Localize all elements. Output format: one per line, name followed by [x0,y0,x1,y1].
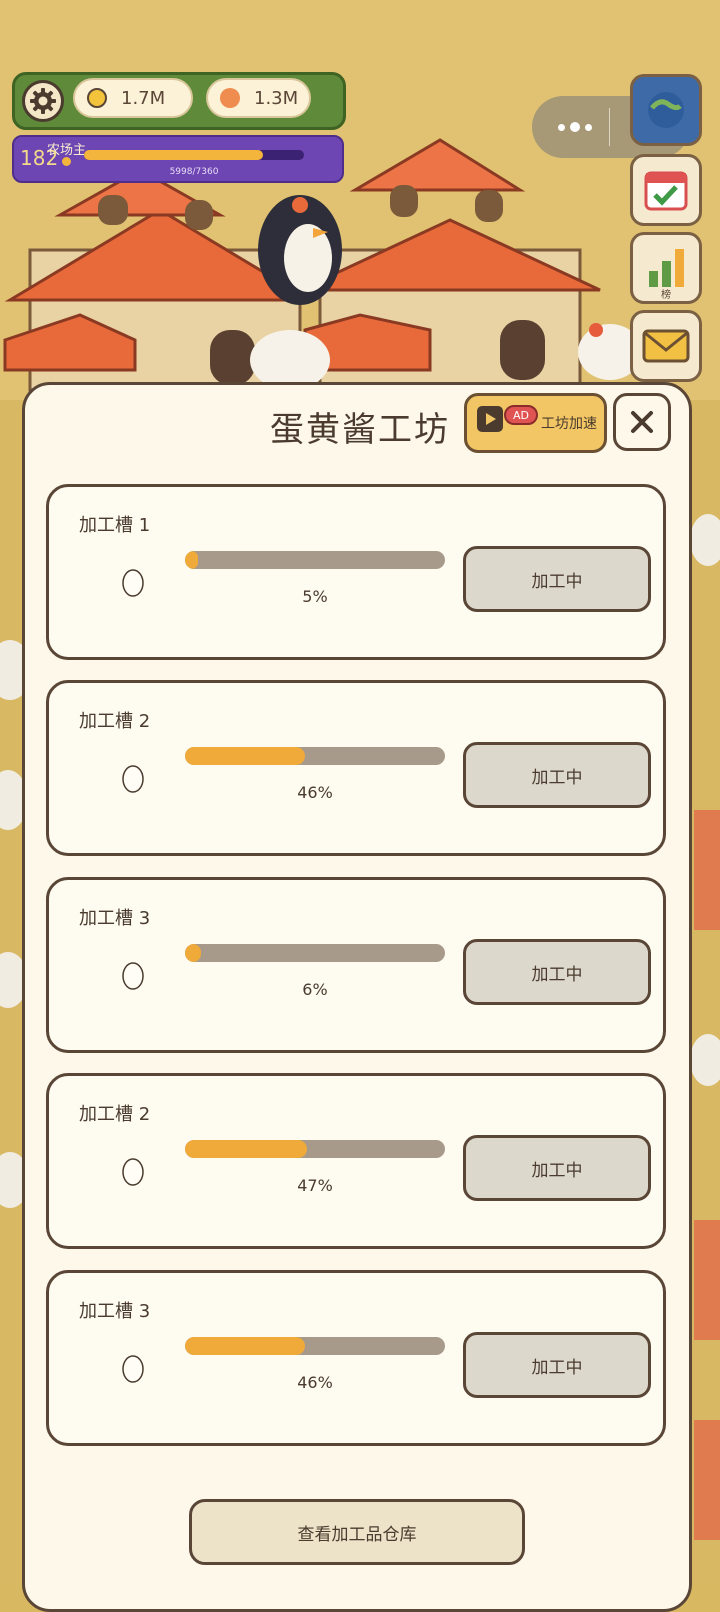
slot-status-button[interactable]: 加工中 [463,939,651,1005]
slot-progress-bar [185,551,445,569]
slot-name: 加工槽 3 [79,1301,151,1322]
ad-badge: AD [504,405,538,425]
dot-icon [570,122,580,132]
settings-button[interactable] [22,80,64,122]
dot-icon [558,123,565,131]
calendar-check-icon [644,171,688,211]
mail-icon [642,329,690,363]
egg-icon [122,1158,144,1186]
slot-status-button[interactable]: 加工中 [463,546,651,612]
xp-progress-fill [84,150,264,160]
close-modal-button[interactable] [613,393,671,451]
slot-progress-percent: 6% [302,980,328,999]
slot-progress-fill [185,747,305,765]
slot-status-button[interactable]: 加工中 [463,1135,651,1201]
slot-name: 加工槽 1 [79,515,151,536]
processing-slot: 加工槽 3 6% 加工中 [46,877,666,1053]
gear-icon [30,88,56,114]
modal-title: 蛋黄酱工坊 [270,410,450,450]
view-warehouse-button[interactable]: 查看加工品仓库 [189,1499,525,1565]
slot-progress-fill [185,1140,308,1158]
xp-star-icon [62,157,71,166]
coin-counter[interactable]: 1.7M [73,78,193,118]
globe-icon [648,92,684,128]
slot-progress-fill [185,944,201,962]
gem-icon [220,88,240,108]
player-title: 农场主 [47,143,87,158]
capsule-divider [609,108,610,146]
slot-progress-percent: 46% [297,783,333,802]
slot-progress-percent: 46% [297,1373,333,1392]
processing-slot: 加工槽 1 5% 加工中 [46,484,666,660]
processing-slot: 加工槽 3 46% 加工中 [46,1270,666,1446]
close-icon [631,411,653,433]
more-options-button[interactable] [550,112,600,142]
processing-slot: 加工槽 2 47% 加工中 [46,1073,666,1249]
ninja-penguin-character [258,195,342,305]
egg-icon [122,1355,144,1383]
slot-progress-fill [185,1337,305,1355]
slot-progress-bar [185,747,445,765]
xp-text: 5998/7360 [169,167,219,177]
globe-button[interactable] [630,74,702,146]
coin-icon [87,88,107,108]
gem-counter[interactable]: 1.3M [206,78,311,118]
egg-icon [122,962,144,990]
slot-status-button[interactable]: 加工中 [463,1332,651,1398]
egg-icon [122,765,144,793]
processing-slot: 加工槽 2 46% 加工中 [46,680,666,856]
slot-progress-bar [185,944,445,962]
play-video-icon [477,406,503,432]
slot-name: 加工槽 2 [79,711,151,732]
gem-amount: 1.3M [254,87,299,109]
slot-status-button[interactable]: 加工中 [463,742,651,808]
daily-checkin-button[interactable] [630,154,702,226]
coin-amount: 1.7M [121,87,166,109]
mail-button[interactable] [630,310,702,382]
slot-name: 加工槽 3 [79,908,151,929]
leaderboard-label: 榜 [661,290,671,301]
slot-progress-fill [185,551,198,569]
slot-progress-percent: 47% [297,1176,333,1195]
egg-icon [122,569,144,597]
slot-name: 加工槽 2 [79,1104,151,1125]
slot-progress-bar [185,1140,445,1158]
dot-icon [585,123,592,131]
xp-progress-bar [84,150,304,160]
slot-progress-bar [185,1337,445,1355]
speedup-label: 工坊加速 [541,416,597,432]
slot-progress-percent: 5% [302,587,328,606]
